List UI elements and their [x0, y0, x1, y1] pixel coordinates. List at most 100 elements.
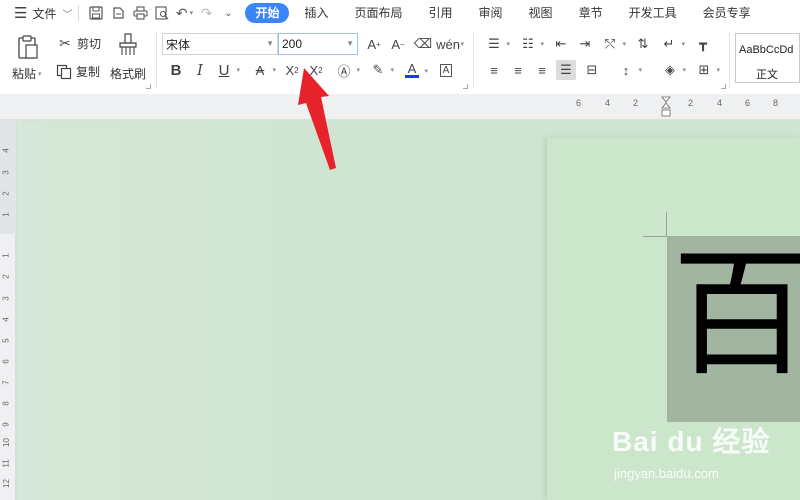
ruler-number: 12	[1, 479, 11, 488]
export-icon[interactable]	[107, 3, 129, 23]
tab-page-layout[interactable]: 页面布局	[344, 3, 414, 23]
tab-insert[interactable]: 插入	[293, 3, 339, 23]
font-family-value: 宋体	[166, 37, 191, 52]
font-color-icon[interactable]: A ▾	[402, 60, 428, 80]
horizontal-ruler[interactable]: 6 4 2 2 4 6 8	[0, 94, 800, 120]
style-normal[interactable]: AaBbCcDd 正文	[735, 33, 800, 83]
phonetic-guide-icon[interactable]: wén ▾	[436, 34, 464, 54]
customize-toolbar-icon[interactable]: ⌄	[217, 3, 239, 23]
cut-button[interactable]: ✂ 剪切	[56, 35, 101, 52]
numbered-list-icon[interactable]: ☷ ▾	[518, 34, 544, 54]
cut-label: 剪切	[77, 37, 102, 51]
font-dialog-launcher[interactable]	[463, 84, 468, 89]
paragraph-dialog-launcher[interactable]	[721, 84, 726, 89]
divider	[78, 5, 80, 21]
format-painter-icon[interactable]	[117, 33, 139, 57]
ruler-number: 3	[1, 296, 11, 301]
borders-icon[interactable]: ⊞ ▾	[694, 60, 720, 80]
subscript-icon[interactable]: X2	[306, 60, 326, 80]
redo-icon[interactable]: ↷	[195, 3, 217, 23]
line-spacing-icon[interactable]: ↕ ▾	[616, 60, 642, 80]
ruler-number: 6	[745, 98, 751, 108]
divider	[473, 32, 474, 88]
ruler-number: 4	[1, 148, 11, 153]
menu-bar: ☰ 文件 ﹀ ↶ ▾ ↷ ⌄ 开始 插入 页面布局 引用 审阅 视图 章节 开发工…	[0, 0, 800, 26]
ribbon-home: 粘贴 ▾ ✂ 剪切 复制 格式刷 宋体 ▼ 200 ▼ A + A − ⌫ wén ▾…	[0, 26, 800, 94]
divider	[156, 32, 157, 88]
ruler-number: 5	[1, 338, 11, 343]
decrease-font-size-icon[interactable]: A −	[388, 34, 408, 54]
chevron-down-icon: ▼	[346, 39, 354, 48]
print-icon[interactable]	[129, 3, 151, 23]
strikethrough-icon[interactable]: A ▾	[250, 60, 276, 80]
watermark-logo: Bai du 经验	[612, 426, 771, 457]
crop-mark	[666, 212, 667, 236]
format-painter-button[interactable]: 格式刷	[110, 65, 146, 82]
ruler-number: 8	[773, 98, 779, 108]
tab-home[interactable]: 开始	[245, 3, 290, 23]
text-effect-icon[interactable]: Ⓐ ▾	[334, 60, 360, 80]
clipboard-dialog-launcher[interactable]	[146, 84, 151, 89]
align-right-icon[interactable]: ≡	[532, 60, 552, 80]
paste-icon	[18, 35, 38, 59]
copy-icon	[56, 64, 72, 79]
document-text[interactable]: 百	[672, 240, 800, 390]
chinese-layout-icon[interactable]: ⤲ ▾	[600, 34, 626, 54]
chevron-down-icon: ﹀	[62, 9, 73, 21]
style-sample-text: AaBbCcDd	[739, 44, 794, 56]
ruler-number: 1	[1, 253, 11, 258]
ruler-number: 11	[1, 459, 11, 468]
copy-label: 复制	[76, 65, 101, 79]
ruler-number: 4	[605, 98, 611, 108]
font-size-value: 200	[282, 37, 303, 51]
tab-stops-icon[interactable]: ┳	[693, 34, 713, 54]
print-preview-icon[interactable]	[151, 3, 173, 23]
bold-icon[interactable]: B	[166, 60, 186, 80]
baidu-jingyan-watermark: Bai du 经验 jingyan.baidu.com	[612, 412, 800, 500]
bullet-list-icon[interactable]: ☰ ▾	[484, 34, 510, 54]
increase-indent-icon[interactable]: ⇥	[575, 34, 595, 54]
vertical-ruler[interactable]: 4 3 2 1 1 2 3 4 5 6 7 8 9 10 11 12	[0, 120, 16, 500]
copy-button[interactable]: 复制	[56, 63, 100, 80]
ruler-number: 1	[1, 212, 11, 217]
indent-marker[interactable]	[661, 96, 671, 118]
format-painter-label: 格式刷	[110, 67, 147, 81]
distributed-align-icon[interactable]: ⊟	[582, 60, 602, 80]
paste-label-button[interactable]: 粘贴 ▾	[12, 65, 42, 82]
font-family-combo[interactable]: 宋体 ▼	[162, 33, 278, 55]
file-menu[interactable]: ☰ 文件 ﹀	[0, 4, 72, 22]
highlight-icon[interactable]: ✎ ▾	[368, 60, 394, 80]
character-border-icon[interactable]: A	[436, 60, 456, 80]
clear-formatting-icon[interactable]: ⌫	[413, 34, 433, 54]
undo-icon[interactable]: ↶ ▾	[173, 3, 195, 23]
shading-icon[interactable]: ◈ ▾	[660, 60, 686, 80]
underline-icon[interactable]: U ▾	[214, 60, 240, 80]
tab-developer[interactable]: 开发工具	[618, 3, 688, 23]
show-marks-icon[interactable]: ↵ ▾	[659, 34, 685, 54]
ruler-margin	[0, 120, 16, 234]
tab-review[interactable]: 审阅	[468, 3, 514, 23]
italic-icon[interactable]: I	[190, 60, 210, 80]
ruler-number: 9	[1, 422, 11, 427]
tab-section[interactable]: 章节	[568, 3, 614, 23]
superscript-icon[interactable]: X2	[282, 60, 302, 80]
align-left-icon[interactable]: ≡	[484, 60, 504, 80]
tab-member[interactable]: 会员专享	[692, 3, 762, 23]
align-center-icon[interactable]: ≡	[508, 60, 528, 80]
ruler-number: 8	[1, 401, 11, 406]
sort-icon[interactable]: ⇅	[633, 34, 653, 54]
tab-view[interactable]: 视图	[518, 3, 564, 23]
ruler-number: 6	[1, 359, 11, 364]
increase-font-size-icon[interactable]: A +	[364, 34, 384, 54]
save-icon[interactable]	[85, 3, 107, 23]
ruler-number: 2	[1, 191, 11, 196]
font-size-combo[interactable]: 200 ▼	[278, 33, 358, 55]
crop-mark	[643, 236, 667, 237]
tab-references[interactable]: 引用	[418, 3, 464, 23]
decrease-indent-icon[interactable]: ⇤	[551, 34, 571, 54]
chevron-down-icon: ▾	[38, 70, 42, 78]
justify-icon[interactable]: ☰	[556, 60, 576, 80]
ribbon-tabs: 开始 插入 页面布局 引用 审阅 视图 章节 开发工具 会员专享	[245, 3, 765, 23]
paste-button[interactable]	[16, 34, 40, 60]
ruler-number: 2	[688, 98, 694, 108]
